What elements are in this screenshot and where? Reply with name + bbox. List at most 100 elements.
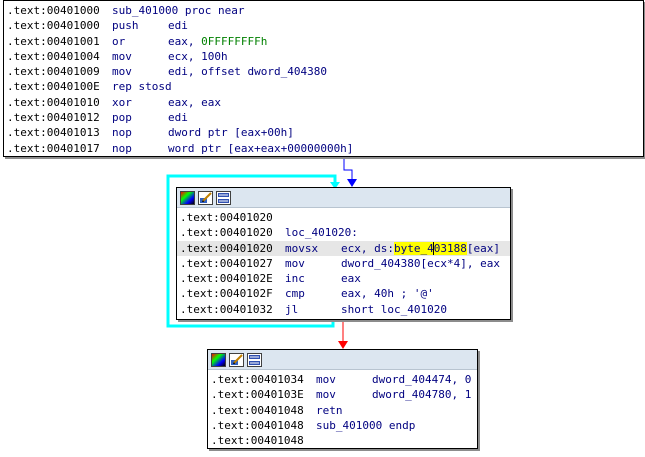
line-mnemonic: pop bbox=[112, 111, 132, 125]
line-mnemonic: push bbox=[112, 19, 139, 33]
line-operands: edi bbox=[168, 19, 188, 33]
code-line[interactable]: .text:00401020 movsx ecx, ds:byte_403188[e… bbox=[177, 240, 510, 256]
line-address: .text:0040102E bbox=[180, 272, 273, 286]
line-address: .text:0040103E bbox=[211, 388, 304, 402]
line-address: .text:00401032 bbox=[180, 302, 273, 316]
line-address: .text:00401004 bbox=[7, 49, 100, 63]
line-address: .text:00401001 bbox=[7, 34, 100, 48]
line-mnemonic: nop bbox=[112, 141, 132, 155]
line-address: .text:00401009 bbox=[7, 65, 100, 79]
edit-block-icon[interactable] bbox=[198, 190, 213, 205]
block-lines: .text:00401034 mov dword_404474, 0 .text:00… bbox=[208, 370, 477, 448]
code-line[interactable]: .text:00401013 nop dword ptr [eax+00h] bbox=[4, 125, 643, 140]
line-mnemonic: xor bbox=[112, 95, 132, 109]
code-line[interactable]: .text:0040100E rep stosd bbox=[4, 79, 643, 94]
line-mnemonic: mov bbox=[112, 65, 132, 79]
graph-colors-icon[interactable] bbox=[180, 190, 195, 205]
code-block-loop[interactable]: .text:00401020 .text:00401020 loc_401020:.… bbox=[176, 187, 511, 320]
line-operands: short loc_401020 bbox=[341, 302, 447, 316]
line-operands: dword ptr [eax+00h] bbox=[168, 126, 294, 140]
code-line[interactable]: .text:00401048 sub_401000 endp bbox=[208, 418, 477, 433]
line-operands: eax, eax bbox=[168, 95, 221, 109]
line-mnemonic: jl bbox=[285, 302, 299, 316]
group-nodes-icon[interactable] bbox=[216, 190, 231, 205]
code-line[interactable]: .text:0040103E mov dword_404780, 1 bbox=[208, 387, 477, 402]
line-address: .text:00401020 bbox=[180, 241, 273, 255]
line-operands: [eax] bbox=[466, 241, 500, 255]
symbol-part: byte_4 bbox=[393, 241, 434, 255]
line-mnemonic: mov bbox=[316, 373, 336, 386]
code-block-entry[interactable]: .text:00401000 sub_401000 proc near .text:… bbox=[3, 0, 644, 157]
line-operands: dword_404380[ecx*4], eax bbox=[341, 256, 500, 270]
line-operands: eax, bbox=[168, 34, 202, 48]
line-operands: ecx, 100h bbox=[168, 49, 228, 63]
line-operands: edi, offset dword_404380 bbox=[168, 65, 327, 79]
code-line[interactable]: .text:00401020 bbox=[177, 210, 510, 225]
line-mnemonic: or bbox=[112, 34, 126, 48]
line-address: .text:00401017 bbox=[7, 141, 100, 155]
line-address: .text:00401027 bbox=[180, 256, 273, 270]
code-line[interactable]: .text:00401017 nop word ptr [eax+eax+00000… bbox=[4, 141, 643, 156]
line-address: .text:00401010 bbox=[7, 95, 100, 109]
edit-block-icon[interactable] bbox=[229, 352, 244, 367]
line-operands: word ptr [eax+eax+00000000h] bbox=[168, 141, 354, 155]
code-line[interactable]: .text:00401000 push edi bbox=[4, 18, 643, 33]
line-address: .text:00401034 bbox=[211, 373, 304, 386]
line-address: .text:00401013 bbox=[7, 126, 100, 140]
line-address: .text:00401048 bbox=[211, 434, 304, 448]
code-line[interactable]: .text:0040102F cmp eax, 40h ; '@' bbox=[177, 286, 510, 301]
line-mnemonic: cmp bbox=[285, 287, 305, 301]
line-mnemonic: movsx bbox=[285, 241, 319, 255]
code-line[interactable]: .text:00401048 retn bbox=[208, 403, 477, 418]
line-operands: eax bbox=[341, 272, 361, 286]
line-address: .text:00401012 bbox=[7, 111, 100, 125]
code-line[interactable]: .text:00401009 mov edi, offset dword_40438… bbox=[4, 64, 643, 79]
line-mnemonic: sub_401000 proc near bbox=[112, 4, 245, 17]
code-line[interactable]: .text:00401048 bbox=[208, 433, 477, 448]
line-address: .text:0040100E bbox=[7, 80, 100, 94]
code-line[interactable]: .text:0040102E inc eax bbox=[177, 271, 510, 286]
line-mnemonic: inc bbox=[285, 272, 305, 286]
line-mnemonic: mov bbox=[285, 256, 305, 270]
code-line[interactable]: .text:00401000 sub_401000 proc near bbox=[4, 3, 643, 18]
code-line[interactable]: .text:00401004 mov ecx, 100h bbox=[4, 49, 643, 64]
line-mnemonic: loc_401020: bbox=[285, 226, 358, 240]
code-line[interactable]: .text:00401027 mov dword_404380[ecx*4], ea… bbox=[177, 256, 510, 271]
line-address: .text:00401020 bbox=[180, 211, 273, 224]
line-mnemonic: rep stosd bbox=[112, 80, 172, 94]
line-mnemonic: sub_401000 endp bbox=[316, 418, 416, 432]
group-nodes-icon[interactable] bbox=[247, 352, 262, 367]
line-mnemonic: mov bbox=[112, 49, 132, 63]
edge-next bbox=[343, 157, 353, 182]
code-line[interactable]: .text:00401010 xor eax, eax bbox=[4, 95, 643, 110]
line-address: .text:0040102F bbox=[180, 287, 273, 301]
code-block-exit[interactable]: .text:00401034 mov dword_404474, 0 .text:00… bbox=[207, 349, 478, 449]
code-line[interactable]: .text:00401012 pop edi bbox=[4, 110, 643, 125]
symbol-part: 03188 bbox=[433, 241, 467, 255]
block-lines: .text:00401000 sub_401000 proc near .text:… bbox=[4, 3, 643, 156]
line-immediate: 0FFFFFFFFh bbox=[201, 34, 268, 48]
line-mnemonic: retn bbox=[316, 403, 343, 417]
line-operands: ecx, ds: bbox=[341, 241, 394, 255]
line-address: .text:00401020 bbox=[180, 226, 273, 240]
code-line[interactable]: .text:00401001 or eax, 0FFFFFFFFh bbox=[4, 34, 643, 49]
line-address: .text:00401000 bbox=[7, 19, 100, 33]
line-operands: edi bbox=[168, 111, 188, 125]
code-line[interactable]: .text:00401034 mov dword_404474, 0 bbox=[208, 372, 477, 387]
highlighted-symbol[interactable]: byte_403188 bbox=[393, 241, 467, 256]
graph-colors-icon[interactable] bbox=[211, 352, 226, 367]
block-toolbar bbox=[177, 188, 510, 208]
block-toolbar bbox=[208, 350, 477, 370]
edge-next-arrow bbox=[347, 179, 357, 187]
line-operands: eax, 40h ; '@' bbox=[341, 287, 434, 301]
line-mnemonic: nop bbox=[112, 126, 132, 140]
line-operands: dword_404474, 0 bbox=[372, 373, 472, 386]
line-operands: dword_404780, 1 bbox=[372, 388, 472, 402]
line-address: .text:00401048 bbox=[211, 403, 304, 417]
edge-false-arrow bbox=[338, 341, 348, 349]
line-mnemonic: mov bbox=[316, 388, 336, 402]
code-line[interactable]: .text:00401020 loc_401020: bbox=[177, 225, 510, 240]
code-line[interactable]: .text:00401032 jl short loc_401020 bbox=[177, 302, 510, 317]
line-address: .text:00401048 bbox=[211, 418, 304, 432]
line-address: .text:00401000 bbox=[7, 4, 100, 17]
